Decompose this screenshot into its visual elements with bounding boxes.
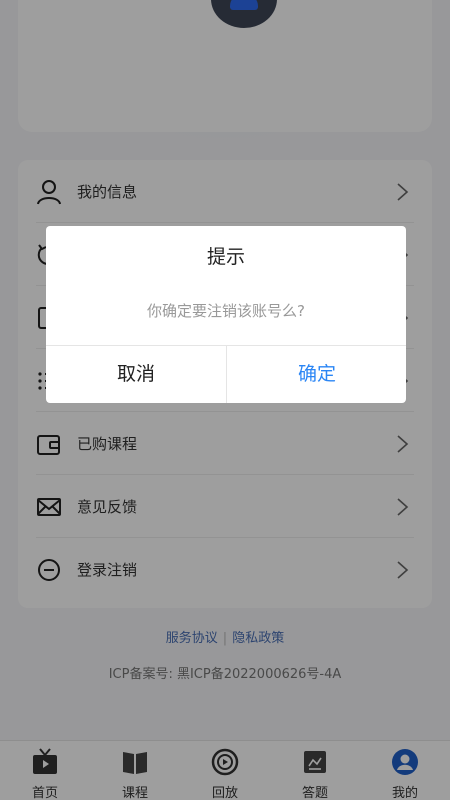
- dialog-message: 你确定要注销该账号么?: [147, 302, 305, 320]
- dialog-title: 提示: [206, 246, 245, 268]
- confirm-button[interactable]: 确定: [227, 346, 406, 403]
- confirm-dialog: 提示 你确定要注销该账号么? 取消 确定: [46, 226, 406, 403]
- cancel-button[interactable]: 取消: [46, 346, 226, 403]
